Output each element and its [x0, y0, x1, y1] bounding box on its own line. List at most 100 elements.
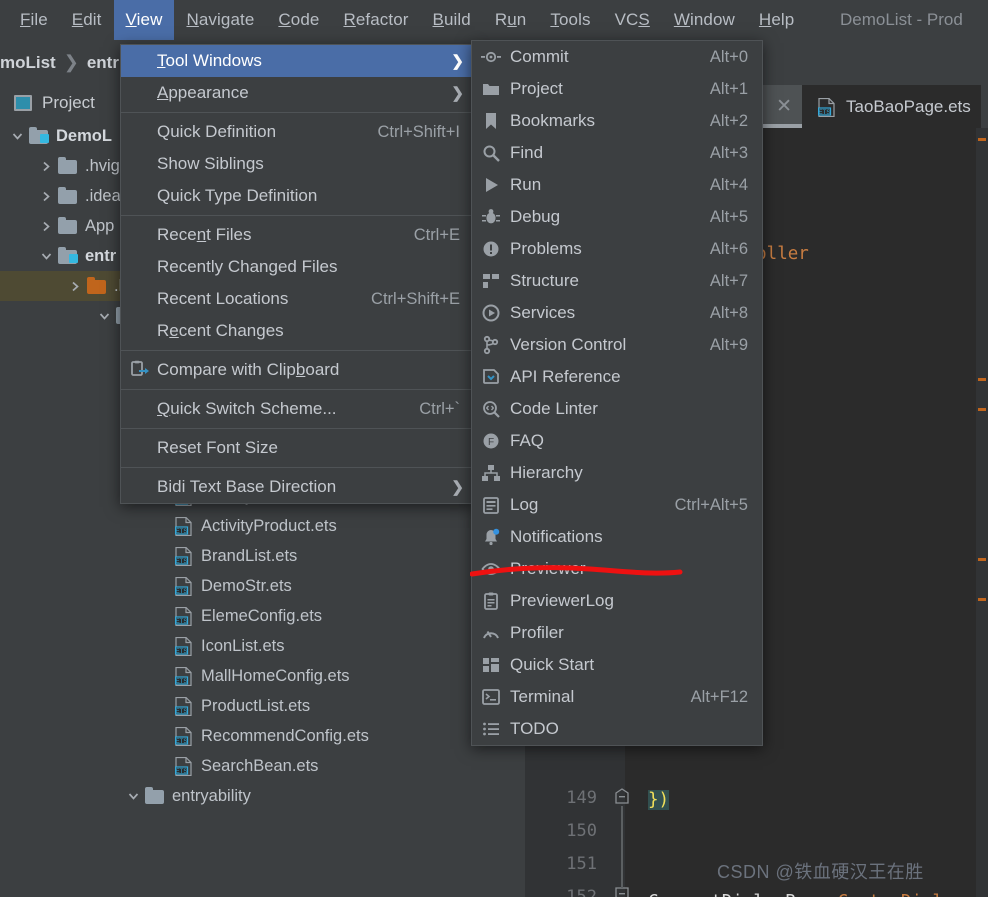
menu-build[interactable]: Build [421, 0, 483, 40]
tool-window-item-structure[interactable]: Structure Alt+7 [472, 265, 762, 297]
view-menu-popup[interactable]: Tool Windows ❯ Appearance ❯ Quick Definition… [120, 44, 475, 504]
ets-file-icon: ETS [173, 546, 195, 566]
tool-window-item-previewer[interactable]: Previewer [472, 553, 762, 585]
view-menu-item-quick-type-definition[interactable]: Quick Type Definition [121, 180, 474, 212]
menu-code[interactable]: Code [266, 0, 331, 40]
tool-window-item-quick-start[interactable]: Quick Start [472, 649, 762, 681]
chevron-down-icon[interactable] [93, 311, 115, 322]
menu-item-label: Bookmarks [510, 111, 596, 130]
project-panel-title: Project [42, 93, 95, 112]
close-icon[interactable]: ✕ [770, 95, 792, 118]
tool-window-item-project[interactable]: Project Alt+1 [472, 73, 762, 105]
tool-window-item-profiler[interactable]: Profiler [472, 617, 762, 649]
structure-icon [481, 271, 501, 291]
menu-vcs[interactable]: VCS [603, 0, 662, 40]
menu-item-label: Show Siblings [157, 154, 264, 173]
menu-bar: File Edit View Navigate Code Refactor Build Run… [0, 0, 988, 40]
tool-window-item-hierarchy[interactable]: Hierarchy [472, 457, 762, 489]
tree-node[interactable]: ETS RecommendConfig.ets [0, 721, 525, 751]
tree-node[interactable]: ETS IconList.ets [0, 631, 525, 661]
tree-node-label: ProductList.ets [201, 696, 311, 715]
tool-window-item-commit[interactable]: Commit Alt+0 [472, 41, 762, 73]
todo-list-icon [481, 719, 501, 739]
tool-window-item-api-reference[interactable]: API Reference [472, 361, 762, 393]
chevron-right-icon[interactable] [64, 281, 86, 292]
tree-node[interactable]: ETS ProductList.ets [0, 691, 525, 721]
tool-window-item-previewerlog[interactable]: PreviewerLog [472, 585, 762, 617]
view-menu-item-compare-with-clipboard[interactable]: Compare with Clipboard [121, 354, 474, 386]
menu-navigate[interactable]: Navigate [174, 0, 266, 40]
chevron-down-icon[interactable] [6, 131, 28, 142]
tree-node-label: ElemeConfig.ets [201, 606, 323, 625]
tree-node[interactable]: ETS MallHomeConfig.ets [0, 661, 525, 691]
chevron-down-icon[interactable] [122, 791, 144, 802]
chevron-right-icon[interactable] [35, 221, 57, 232]
tool-window-item-faq[interactable]: F FAQ [472, 425, 762, 457]
svg-text:ETS: ETS [818, 109, 830, 116]
chevron-down-icon[interactable] [35, 251, 57, 262]
view-menu-item-recent-locations[interactable]: Recent Locations Ctrl+Shift+E [121, 283, 474, 315]
menu-item-shortcut: Alt+6 [709, 239, 748, 258]
menu-edit[interactable]: Edit [60, 0, 114, 40]
view-menu-item-quick-definition[interactable]: Quick Definition Ctrl+Shift+I [121, 116, 474, 148]
tool-window-item-version-control[interactable]: Version Control Alt+9 [472, 329, 762, 361]
view-menu-item-show-siblings[interactable]: Show Siblings [121, 148, 474, 180]
menu-item-label: Run [510, 175, 542, 194]
menu-run[interactable]: Run [483, 0, 539, 40]
chevron-right-icon[interactable] [35, 161, 57, 172]
tree-node-label: RecommendConfig.ets [201, 726, 369, 745]
tool-window-item-find[interactable]: Find Alt+3 [472, 137, 762, 169]
tool-window-item-problems[interactable]: Problems Alt+6 [472, 233, 762, 265]
menu-label: Edit [71, 10, 102, 29]
svg-text:ETS: ETS [175, 648, 187, 655]
breadcrumb-crumb[interactable]: entr [87, 53, 119, 73]
tree-node[interactable]: ETS BrandList.ets [0, 541, 525, 571]
breadcrumb-crumb[interactable]: moList [0, 53, 56, 73]
tool-window-item-notifications[interactable]: Notifications [472, 521, 762, 553]
chevron-right-icon[interactable] [35, 191, 57, 202]
menu-refactor[interactable]: Refactor [331, 0, 420, 40]
tool-window-item-log[interactable]: Log Ctrl+Alt+5 [472, 489, 762, 521]
tool-windows-submenu-popup[interactable]: Commit Alt+0 Project Alt+1 Bookmarks Alt+2 Fin… [471, 40, 763, 746]
tool-window-item-services[interactable]: Services Alt+8 [472, 297, 762, 329]
tree-node[interactable]: ETS ActivityProduct.ets [0, 511, 525, 541]
menu-view[interactable]: View [113, 0, 175, 40]
tool-window-item-bookmarks[interactable]: Bookmarks Alt+2 [472, 105, 762, 137]
tree-node[interactable]: ETS ElemeConfig.ets [0, 601, 525, 631]
tree-node[interactable]: entryability [0, 781, 525, 811]
menu-separator [121, 467, 474, 468]
ets-file-icon: ETS [173, 576, 195, 596]
fold-region-line [621, 806, 623, 888]
tool-window-item-todo[interactable]: TODO [472, 713, 762, 745]
tree-node[interactable]: ETS SearchBean.ets [0, 751, 525, 781]
view-menu-item-tool-windows[interactable]: Tool Windows ❯ [121, 45, 474, 77]
view-menu-item-recently-changed-files[interactable]: Recently Changed Files [121, 251, 474, 283]
view-menu-item-recent-files[interactable]: Recent Files Ctrl+E [121, 219, 474, 251]
view-menu-item-appearance[interactable]: Appearance ❯ [121, 77, 474, 109]
editor-tab[interactable]: ETS TaoBaoPage.ets [802, 85, 981, 128]
editor-marker-scrollbar[interactable] [976, 128, 988, 897]
tool-window-item-debug[interactable]: Debug Alt+5 [472, 201, 762, 233]
tree-node[interactable]: ETS DemoStr.ets [0, 571, 525, 601]
fold-plus-icon[interactable] [613, 887, 631, 897]
view-menu-item-quick-switch-scheme[interactable]: Quick Switch Scheme... Ctrl+` [121, 393, 474, 425]
menu-separator [121, 112, 474, 113]
menu-file[interactable]: File [8, 0, 60, 40]
view-menu-item-reset-font-size[interactable]: Reset Font Size [121, 432, 474, 464]
menu-help[interactable]: Help [747, 0, 806, 40]
view-menu-item-recent-changes[interactable]: Recent Changes [121, 315, 474, 347]
tool-window-item-run[interactable]: Run Alt+4 [472, 169, 762, 201]
tree-node-label: DemoStr.ets [201, 576, 292, 595]
menu-item-label: FAQ [510, 431, 545, 450]
menu-window[interactable]: Window [662, 0, 747, 40]
quick-start-icon [481, 655, 501, 675]
view-menu-item-bidi-text-base-direction[interactable]: Bidi Text Base Direction ❯ [121, 471, 474, 503]
tool-window-item-terminal[interactable]: Terminal Alt+F12 [472, 681, 762, 713]
tool-window-item-code-linter[interactable]: Code Linter [472, 393, 762, 425]
tree-node-label: entryability [172, 786, 251, 805]
menu-tools[interactable]: Tools [538, 0, 602, 40]
ets-file-icon: ETS [173, 726, 195, 746]
menu-item-label: Hierarchy [510, 463, 583, 482]
code-token: CustomDial [838, 892, 943, 897]
folder-icon [57, 216, 79, 236]
